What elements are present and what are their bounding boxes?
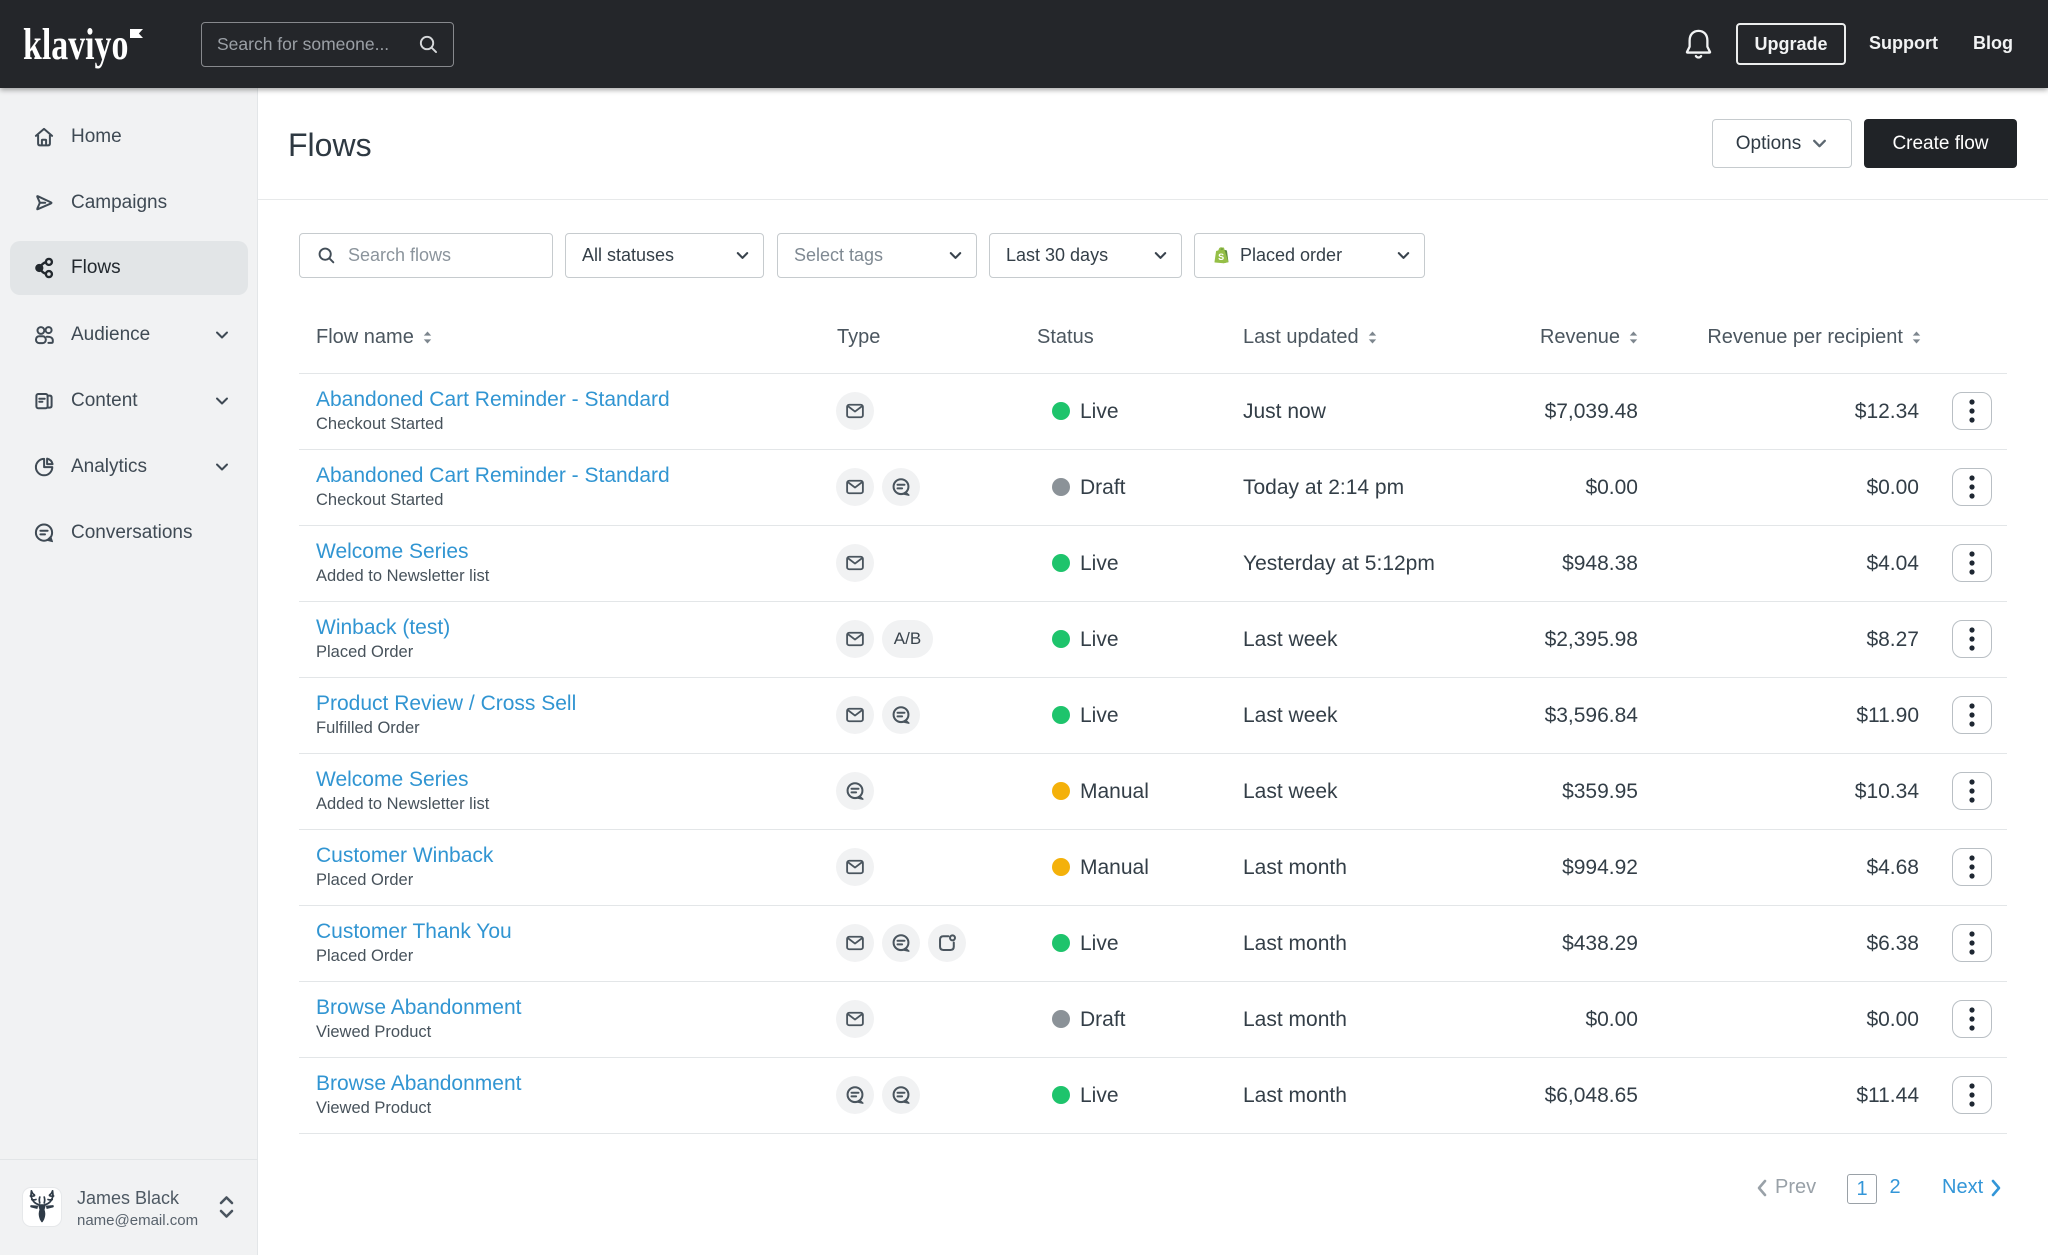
svg-text:S: S xyxy=(1218,252,1224,262)
